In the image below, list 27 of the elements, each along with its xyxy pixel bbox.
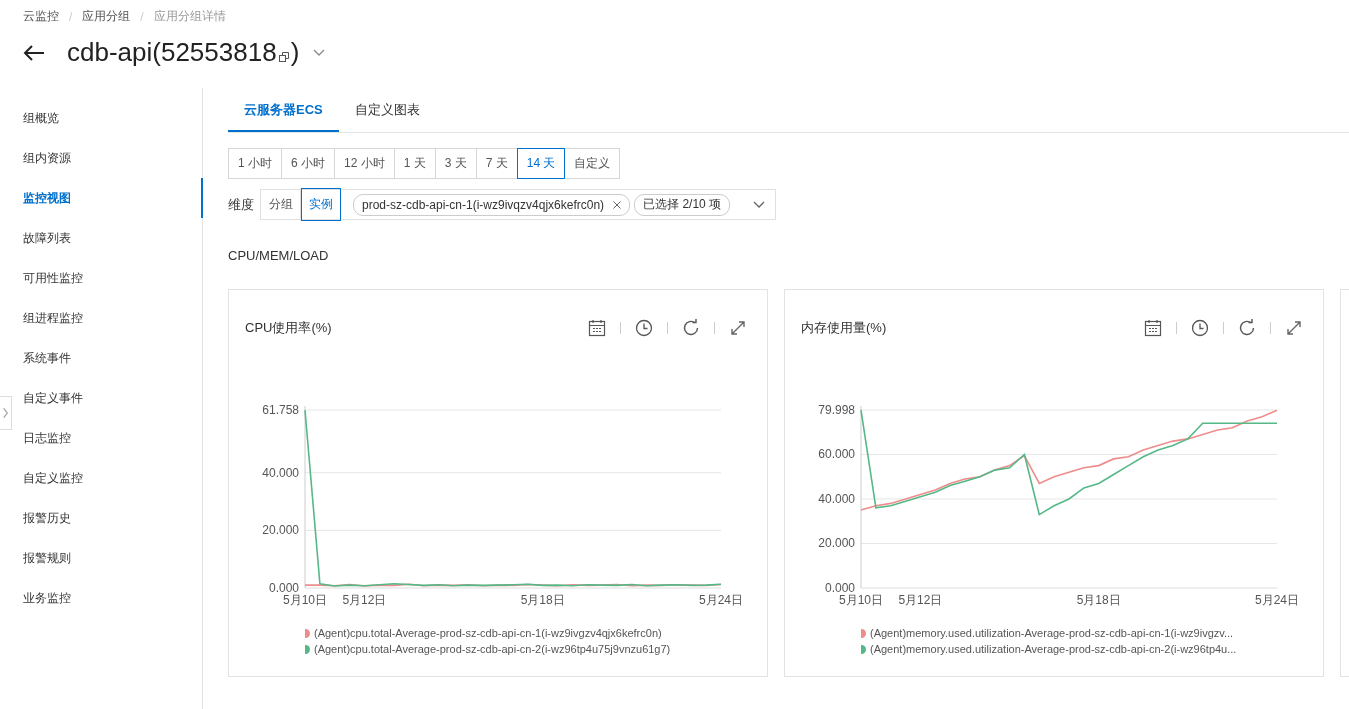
page-title-paren: ): [290, 37, 300, 68]
axis-label: 60.000: [818, 447, 855, 462]
axis-label: 0.000: [268, 581, 299, 595]
selection-count-tag: 已选择 2/10 项: [634, 193, 731, 216]
axis-label: 5月24日: [1255, 593, 1299, 607]
axis-label: 5月12日: [342, 593, 387, 607]
dimension-label: 维度: [228, 195, 254, 214]
axis-label: 20.000: [262, 523, 299, 538]
axis-label: 20.000: [818, 536, 855, 551]
axis-label: 5月18日: [1076, 593, 1121, 607]
axis-label: 0.000: [824, 581, 855, 595]
axis-label: 5月24日: [699, 593, 743, 607]
chart-title: CPU使用率(%): [245, 319, 332, 337]
section-title: CPU/MEM/LOAD: [228, 248, 330, 263]
breadcrumb-separator: /: [140, 9, 144, 24]
axis-label: 5月10日: [283, 593, 327, 607]
axis-label: 5月12日: [898, 593, 943, 607]
breadcrumb-separator: /: [69, 9, 73, 24]
axis-label: 79.998: [818, 403, 855, 417]
axis-label: 61.758: [262, 403, 299, 417]
axis-label: 40.000: [818, 492, 855, 506]
breadcrumb-item: 应用分组详情: [153, 8, 226, 25]
chart-title: 内存使用量(%): [801, 319, 887, 337]
axis-label: 5月18日: [520, 593, 565, 607]
page-title: cdb-api(52553818: [67, 37, 277, 68]
axis-label: 5月10日: [839, 593, 883, 607]
axis-label: 40.000: [262, 465, 299, 480]
